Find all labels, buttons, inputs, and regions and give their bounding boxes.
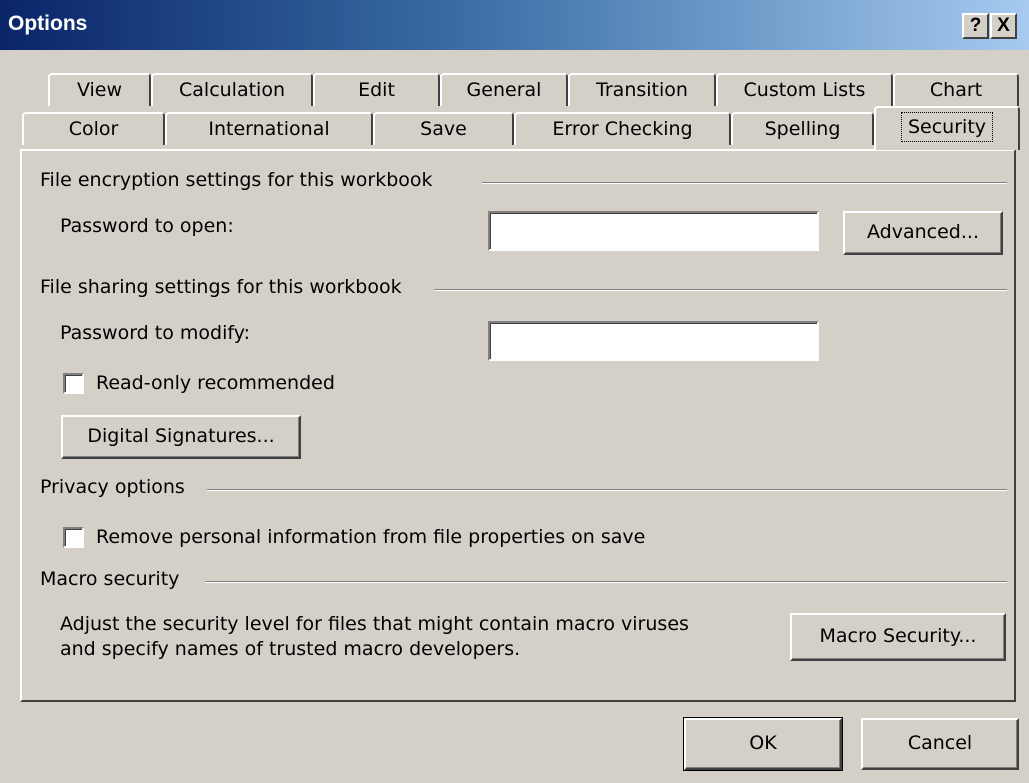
tab-transition[interactable]: Transition: [568, 73, 716, 106]
tab-custom-lists[interactable]: Custom Lists: [716, 73, 893, 106]
tab-international[interactable]: International: [165, 112, 373, 145]
read-only-checkbox[interactable]: [63, 373, 84, 394]
encryption-section-title: File encryption settings for this workbo…: [40, 169, 439, 191]
macro-description-line2: and specify names of trusted macro devel…: [60, 638, 521, 660]
tab-save[interactable]: Save: [373, 112, 514, 145]
tab-view[interactable]: View: [48, 73, 151, 106]
security-panel: File encryption settings for this workbo…: [20, 149, 1016, 702]
tab-chart[interactable]: Chart: [893, 73, 1019, 106]
remove-personal-info-label[interactable]: Remove personal information from file pr…: [96, 526, 645, 548]
privacy-divider: [207, 489, 1007, 491]
tab-spelling[interactable]: Spelling: [731, 112, 874, 145]
encryption-divider: [482, 182, 1007, 184]
advanced-button[interactable]: Advanced...: [843, 211, 1003, 255]
macro-security-button[interactable]: Macro Security...: [790, 613, 1006, 661]
title-bar: Options ? X: [0, 0, 1029, 50]
tab-security[interactable]: Security: [874, 106, 1020, 150]
window-title: Options: [8, 12, 88, 35]
tab-calculation[interactable]: Calculation: [151, 73, 313, 106]
sharing-section-title: File sharing settings for this workbook: [40, 276, 408, 298]
macro-section-title: Macro security: [40, 568, 186, 590]
tab-edit[interactable]: Edit: [313, 73, 440, 106]
password-to-modify-label: Password to modify:: [60, 322, 250, 344]
password-to-modify-field[interactable]: [488, 321, 819, 361]
remove-personal-info-checkbox[interactable]: [63, 527, 84, 548]
ok-button[interactable]: OK: [683, 717, 843, 771]
cancel-button[interactable]: Cancel: [861, 718, 1019, 770]
read-only-label[interactable]: Read-only recommended: [96, 372, 335, 394]
macro-description-line1: Adjust the security level for files that…: [60, 613, 689, 635]
tab-security-label: Security: [900, 112, 994, 142]
password-to-open-field[interactable]: [488, 211, 819, 251]
help-button[interactable]: ?: [962, 13, 989, 39]
password-to-open-label: Password to open:: [60, 215, 234, 237]
privacy-section-title: Privacy options: [40, 476, 191, 498]
tab-error-checking[interactable]: Error Checking: [514, 112, 731, 145]
sharing-divider: [434, 289, 1007, 291]
close-button[interactable]: X: [990, 13, 1017, 39]
tab-general[interactable]: General: [440, 73, 568, 106]
tab-color[interactable]: Color: [22, 112, 165, 145]
macro-divider: [205, 581, 1007, 583]
digital-signatures-button[interactable]: Digital Signatures...: [61, 415, 301, 459]
